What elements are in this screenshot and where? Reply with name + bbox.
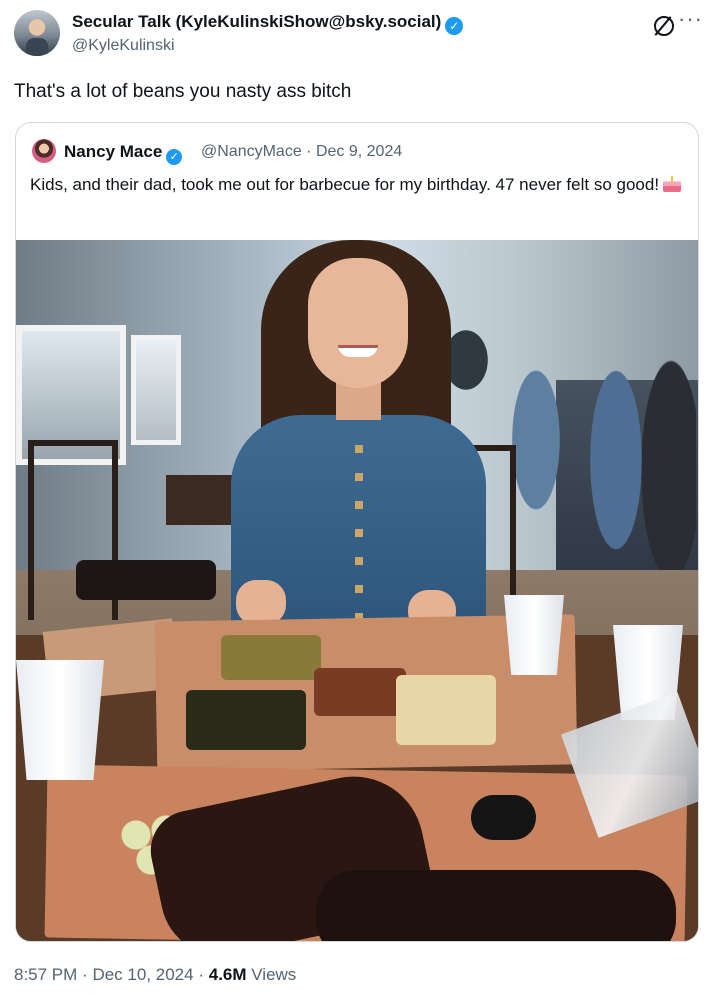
tweet-date[interactable]: Dec 10, 2024	[92, 965, 193, 984]
photo-side-dish	[221, 635, 321, 680]
photo-dress-buttons	[355, 445, 363, 625]
photo-window	[131, 335, 181, 445]
more-options-icon[interactable]: ···	[678, 8, 702, 36]
quoted-author-handle[interactable]: @NancyMace	[201, 143, 302, 160]
photo-greens-dish	[186, 690, 306, 750]
birthday-cake-icon	[663, 176, 682, 192]
tweet-meta: 8:57 PM · Dec 10, 2024 · 4.6M Views	[14, 965, 296, 985]
quoted-tweet-photo[interactable]	[16, 240, 698, 941]
quoted-author-name-row[interactable]: Nancy Mace ✓	[64, 142, 183, 165]
quoted-date[interactable]: Dec 9, 2024	[316, 143, 402, 160]
verified-badge-icon: ✓	[166, 149, 183, 165]
quoted-author-meta: @NancyMace · Dec 9, 2024	[201, 143, 402, 161]
views-label: Views	[251, 965, 297, 984]
meta-separator: ·	[198, 965, 204, 984]
author-handle[interactable]: @KyleKulinski	[72, 37, 175, 55]
photo-person-hand	[236, 580, 286, 625]
photo-sausage	[316, 870, 676, 941]
tweet-header: Secular Talk (KyleKulinskiShow@bsky.soci…	[14, 8, 702, 66]
photo-plastic-cup	[504, 595, 564, 675]
meta-separator: ·	[306, 143, 312, 160]
author-avatar[interactable]	[14, 10, 60, 56]
quoted-tweet[interactable]: Nancy Mace ✓ @NancyMace · Dec 9, 2024 Kid…	[15, 122, 699, 942]
quoted-author-name[interactable]: Nancy Mace	[64, 142, 162, 161]
grok-icon[interactable]	[654, 16, 674, 36]
photo-sauce-cup	[471, 795, 536, 840]
photo-mac-cheese-dish	[396, 675, 496, 745]
views-count[interactable]: 4.6M	[209, 965, 247, 984]
photo-person-smile	[338, 345, 378, 357]
quoted-author-avatar[interactable]	[32, 139, 56, 163]
tweet-time[interactable]: 8:57 PM	[14, 965, 77, 984]
photo-chair-seat	[76, 560, 216, 600]
quoted-tweet-text: Kids, and their dad, took me out for bar…	[30, 173, 690, 197]
photo-person-face	[308, 258, 408, 388]
verified-badge-icon: ✓	[445, 17, 464, 35]
meta-separator: ·	[82, 965, 88, 984]
tweet-text: That's a lot of beans you nasty ass bitc…	[14, 81, 352, 102]
photo-plastic-cup	[16, 660, 104, 780]
author-name-row[interactable]: Secular Talk (KyleKulinskiShow@bsky.soci…	[72, 12, 464, 35]
quoted-text-body: Kids, and their dad, took me out for bar…	[30, 175, 660, 194]
photo-beans-dish	[314, 668, 406, 716]
author-name[interactable]: Secular Talk (KyleKulinskiShow@bsky.soci…	[72, 12, 441, 31]
